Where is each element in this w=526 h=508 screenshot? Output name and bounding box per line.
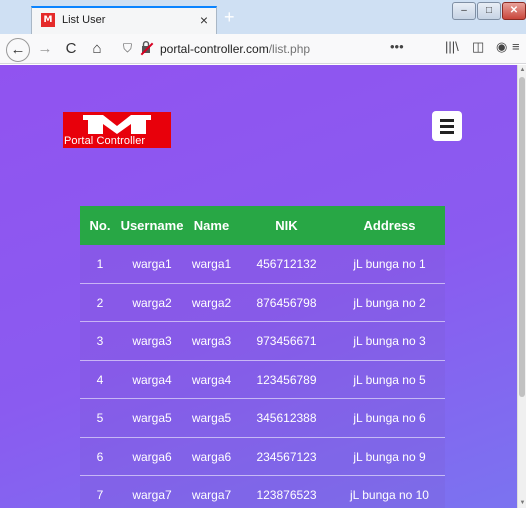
url-text[interactable]: portal-controller.com/list.php: [160, 42, 310, 56]
column-header-no: No.: [89, 218, 111, 233]
cell-no: 5: [96, 411, 104, 425]
cell-no: 2: [96, 295, 104, 310]
cell-username: warga3: [132, 334, 172, 348]
cell-no: 4: [96, 372, 104, 387]
menu-icon-bar-bottom: [440, 131, 454, 134]
menu-icon-bar-middle: [440, 125, 454, 128]
cell-username: warga1: [132, 257, 172, 271]
table-header: No. Username Name NIK Address: [80, 206, 445, 245]
cell-address: jL bunga no 5: [353, 372, 426, 387]
cell-name: warga4: [191, 372, 232, 387]
maximize-icon: □: [485, 5, 493, 16]
minimize-button[interactable]: –: [452, 2, 476, 20]
cell-no: 1: [96, 257, 104, 271]
cell-name: warga3: [191, 334, 232, 348]
tab-close-icon[interactable]: ×: [200, 12, 208, 28]
home-icon[interactable]: ⌂: [86, 38, 108, 60]
site-favicon-icon: M: [41, 13, 55, 27]
library-icon[interactable]: |||\: [445, 39, 459, 54]
cell-username: warga4: [132, 372, 172, 387]
table-row: 1 warga1 warga1 456712132 jL bunga no 1: [80, 245, 445, 284]
cell-address: jL bunga no 9: [353, 449, 426, 464]
account-icon[interactable]: ◉: [496, 39, 507, 55]
cell-name: warga6: [191, 449, 232, 464]
table-row: 4 warga4 warga4 123456789 jL bunga no 5: [80, 360, 445, 399]
cell-address: jL bunga no 3: [353, 334, 426, 348]
back-arrow-icon[interactable]: ←: [6, 38, 30, 62]
forward-arrow-icon[interactable]: →: [34, 38, 56, 60]
maximize-button[interactable]: □: [477, 2, 501, 20]
column-header-nik: NIK: [275, 218, 298, 233]
cell-name: warga2: [191, 295, 232, 310]
cell-address: jL bunga no 10: [350, 488, 429, 502]
cell-name: warga5: [191, 411, 232, 425]
cell-address: jL bunga no 6: [353, 411, 426, 425]
tab-title: List User: [62, 14, 106, 26]
sidebar-icon[interactable]: ◫: [472, 39, 484, 55]
column-header-address: Address: [363, 218, 416, 233]
page-viewport: Portal Controller No. Username Name NIK …: [0, 65, 517, 508]
cell-nik: 123876523: [256, 488, 317, 502]
cell-name: warga7: [191, 488, 232, 502]
cell-no: 6: [96, 449, 104, 464]
cell-nik: 345612388: [256, 411, 317, 425]
browser-menu-icon[interactable]: ≡: [512, 39, 520, 54]
page-actions-icon[interactable]: •••: [390, 39, 404, 54]
table-row: 2 warga2 warga2 876456798 jL bunga no 2: [80, 283, 445, 322]
close-icon: ✕: [509, 5, 519, 16]
table-row: 6 warga6 warga6 234567123 jL bunga no 9: [80, 437, 445, 476]
url-domain: portal-controller.com: [160, 42, 269, 56]
cell-address: jL bunga no 2: [353, 295, 426, 310]
cell-no: 7: [96, 488, 104, 502]
cell-nik: 456712132: [256, 257, 317, 271]
portal-controller-logo[interactable]: Portal Controller: [63, 112, 171, 148]
tab-list-user[interactable]: M List User ×: [31, 6, 217, 34]
new-tab-icon[interactable]: +: [224, 8, 235, 26]
vertical-scrollbar[interactable]: ▲ ▼: [517, 65, 526, 508]
table-row: 5 warga5 warga5 345612388 jL bunga no 6: [80, 399, 445, 438]
logo-text: Portal Controller: [64, 135, 146, 147]
scroll-up-arrow-icon[interactable]: ▲: [519, 67, 526, 73]
reload-icon[interactable]: C: [60, 38, 82, 60]
cell-address: jL bunga no 1: [353, 257, 426, 271]
column-header-name: Name: [193, 218, 230, 233]
window-titlebar: M List User × + – □ ✕: [0, 0, 526, 34]
navigation-toolbar: ← → C ⌂ ⛉ portal-controller.com/list.php…: [0, 34, 526, 64]
cell-name: warga1: [191, 257, 232, 271]
minimize-icon: –: [461, 5, 467, 16]
logo-mark-icon: [83, 115, 151, 134]
hamburger-menu-button[interactable]: [432, 111, 462, 141]
close-window-button[interactable]: ✕: [502, 2, 526, 20]
cell-nik: 973456671: [256, 334, 317, 348]
user-list-table: No. Username Name NIK Address 1 warga1 w…: [80, 206, 445, 508]
cell-username: warga2: [132, 295, 172, 310]
address-bar[interactable]: ⛉ portal-controller.com/list.php •••: [114, 38, 416, 60]
table-row: 7 warga7 warga7 123876523 jL bunga no 10: [80, 476, 445, 508]
cell-username: warga7: [132, 488, 172, 502]
url-path: /list.php: [268, 42, 311, 56]
tracking-shield-icon[interactable]: ⛉: [123, 41, 132, 56]
insecure-lock-icon[interactable]: [141, 41, 151, 56]
menu-icon-bar-top: [440, 119, 454, 122]
cell-nik: 234567123: [256, 449, 317, 464]
cell-nik: 876456798: [256, 295, 317, 310]
cell-nik: 123456789: [256, 372, 317, 387]
table-row: 3 warga3 warga3 973456671 jL bunga no 3: [80, 322, 445, 361]
cell-no: 3: [96, 334, 104, 348]
scroll-down-arrow-icon[interactable]: ▼: [519, 500, 526, 506]
cell-username: warga6: [132, 449, 172, 464]
column-header-username: Username: [120, 218, 184, 233]
cell-username: warga5: [132, 411, 172, 425]
scrollbar-thumb[interactable]: [519, 77, 525, 397]
